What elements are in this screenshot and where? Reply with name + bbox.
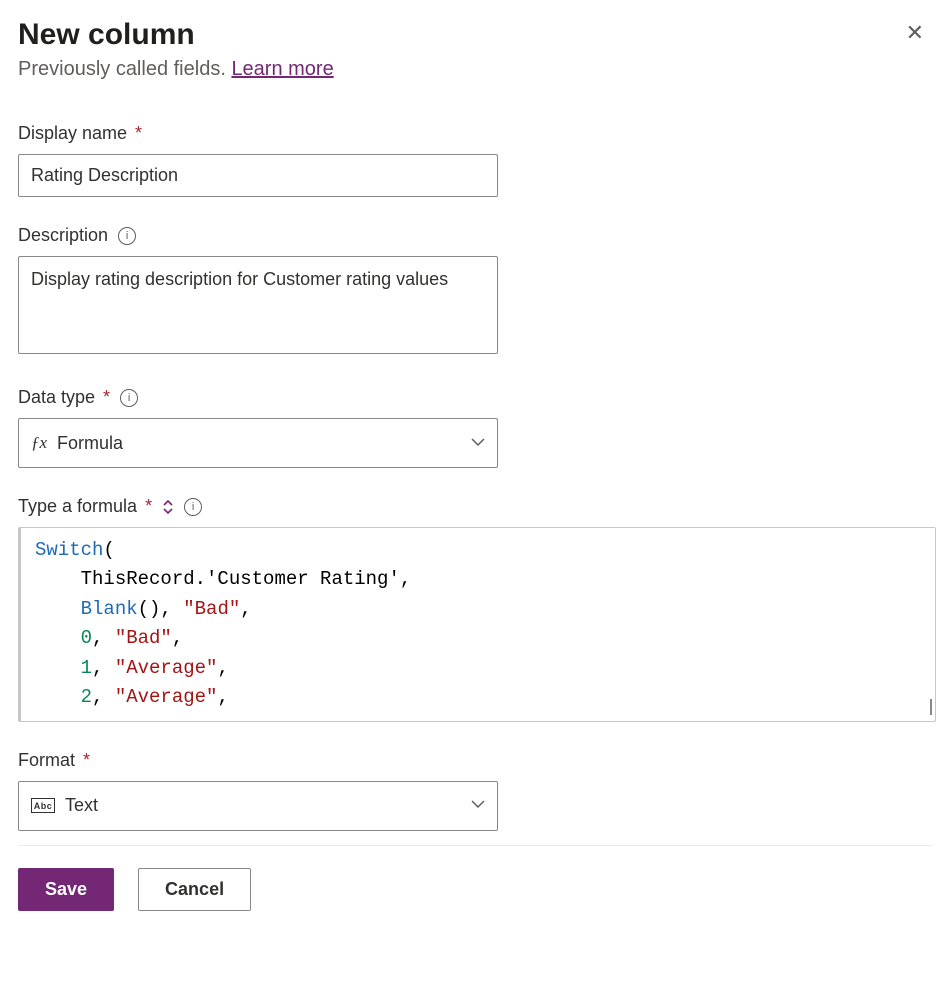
format-value: Text <box>65 795 98 816</box>
info-icon[interactable]: i <box>118 227 136 245</box>
tok: , <box>217 657 228 679</box>
data-type-label-text: Data type <box>18 387 95 408</box>
scroll-indicator <box>922 699 932 715</box>
tok: "Bad" <box>115 627 172 649</box>
abc-icon: Abc <box>31 798 55 813</box>
description-input[interactable]: Display rating description for Customer … <box>18 256 498 354</box>
format-label-text: Format <box>18 750 75 771</box>
tok: , <box>240 598 251 620</box>
panel-subtitle: Previously called fields. Learn more <box>18 58 932 81</box>
subtitle-text: Previously called fields. <box>18 58 231 80</box>
formula-editor[interactable]: Switch( ThisRecord.'Customer Rating', Bl… <box>18 527 936 722</box>
format-select[interactable]: Abc Text <box>18 781 498 831</box>
tok-blank: Blank <box>81 598 138 620</box>
panel-title: New column <box>18 18 195 52</box>
chevron-down-icon <box>471 433 485 454</box>
tok: 0 <box>81 627 92 649</box>
formula-label: Type a formula * i <box>18 496 932 517</box>
tok: , <box>217 686 228 708</box>
tok: ThisRecord.'Customer Rating', <box>81 568 412 590</box>
description-label: Description i <box>18 225 932 246</box>
tok: ( <box>103 539 114 561</box>
tok: "Bad" <box>183 598 240 620</box>
tok: , <box>92 627 115 649</box>
data-type-select[interactable]: ƒx Formula <box>18 418 498 468</box>
chevron-down-icon <box>471 795 485 816</box>
tok-switch: Switch <box>35 539 103 561</box>
data-type-label: Data type * i <box>18 387 932 408</box>
format-label: Format * <box>18 750 932 771</box>
tok: , <box>92 657 115 679</box>
required-asterisk: * <box>145 496 152 517</box>
display-name-label-text: Display name <box>18 123 127 144</box>
close-icon[interactable]: ✕ <box>898 18 932 48</box>
tok: "Average" <box>115 686 218 708</box>
fx-icon: ƒx <box>31 433 47 453</box>
required-asterisk: * <box>135 123 142 144</box>
tok: "Average" <box>115 657 218 679</box>
tok: , <box>172 627 183 649</box>
display-name-input[interactable] <box>18 154 498 197</box>
display-name-label: Display name * <box>18 123 932 144</box>
save-button[interactable]: Save <box>18 868 114 911</box>
description-label-text: Description <box>18 225 108 246</box>
data-type-value: Formula <box>57 433 123 454</box>
info-icon[interactable]: i <box>120 389 138 407</box>
tok: 1 <box>81 657 92 679</box>
cancel-button[interactable]: Cancel <box>138 868 251 911</box>
info-icon[interactable]: i <box>184 498 202 516</box>
required-asterisk: * <box>103 387 110 408</box>
learn-more-link[interactable]: Learn more <box>231 58 333 80</box>
formula-label-text: Type a formula <box>18 496 137 517</box>
tok: (), <box>138 598 184 620</box>
expand-icon[interactable] <box>162 499 174 515</box>
tok: , <box>92 686 115 708</box>
required-asterisk: * <box>83 750 90 771</box>
tok: 2 <box>81 686 92 708</box>
